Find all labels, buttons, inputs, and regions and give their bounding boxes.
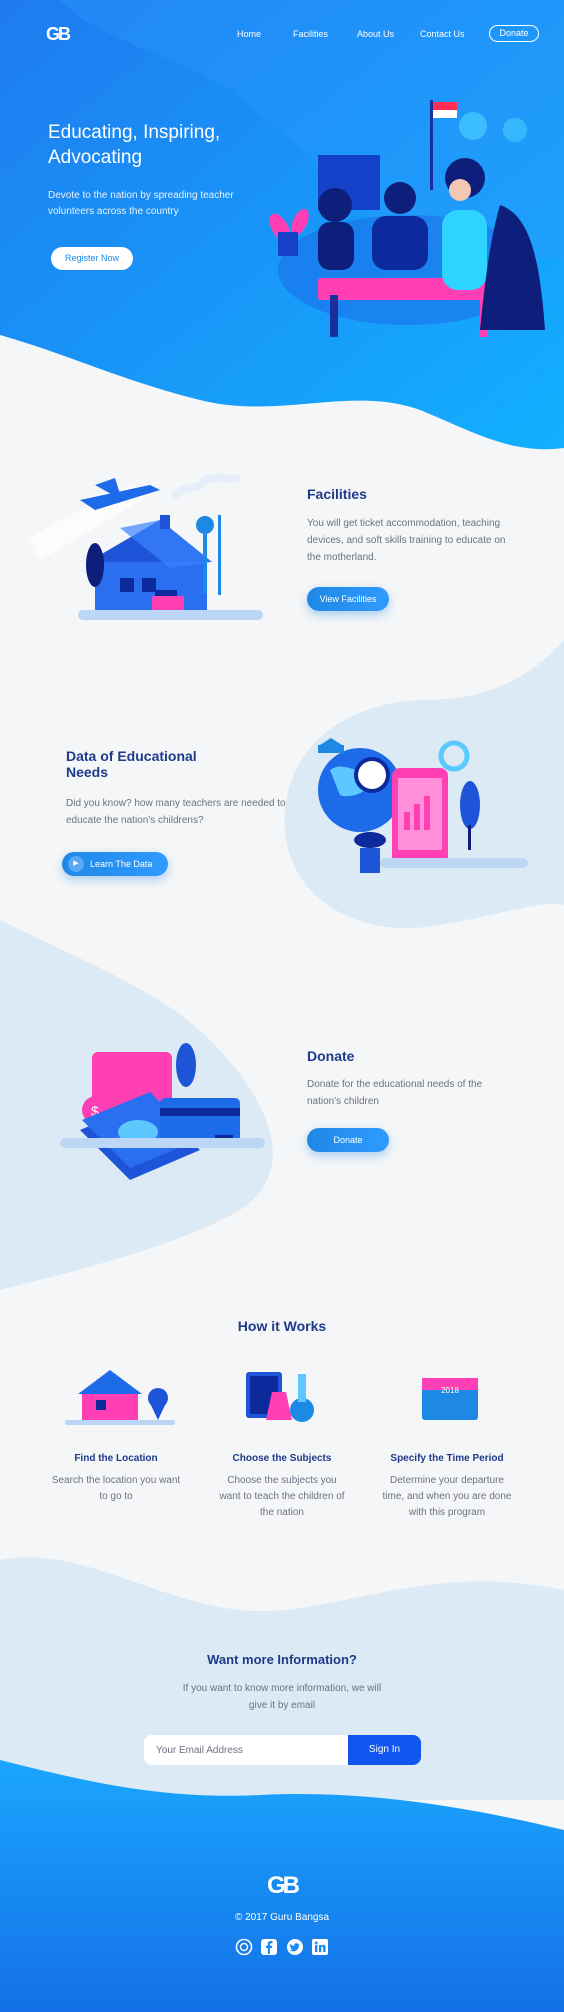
dribbble-icon[interactable] — [235, 1938, 253, 1956]
twitter-icon[interactable] — [286, 1938, 304, 1956]
donate-title: Donate — [307, 1048, 355, 1064]
hero-subtitle: Devote to the nation by spreading teache… — [48, 190, 234, 217]
step-time-text: Determine your departure time, and when … — [382, 1475, 512, 1518]
nav-contact-link[interactable]: Contact Us — [420, 29, 465, 39]
play-icon: ▶ — [68, 856, 84, 872]
step-subjects-title: Choose the Subjects — [232, 1453, 332, 1464]
facilities-title: Facilities — [307, 486, 367, 502]
hero-title-line2: Advocating — [48, 147, 143, 168]
email-input[interactable] — [144, 1735, 349, 1765]
hero-title-line1: Educating, Inspiring, — [48, 122, 221, 143]
data-title: Data of Educational Needs — [66, 748, 256, 780]
calendar-year: 2018 — [441, 1386, 459, 1395]
step-subjects-text: Choose the subjects you want to teach th… — [219, 1475, 345, 1518]
data-text: Did you know? how many teachers are need… — [66, 798, 286, 826]
step-time-title: Specify the Time Period — [390, 1453, 504, 1464]
location-illustration — [65, 1370, 175, 1425]
how-it-works-title: How it Works — [237, 1318, 327, 1334]
nav-facilities-link[interactable]: Facilities — [293, 29, 328, 39]
nav-about-link[interactable]: About Us — [357, 29, 394, 39]
info-text: If you want to know more information, we… — [182, 1683, 382, 1711]
data-title-line2: Needs — [66, 764, 109, 780]
subjects-illustration — [246, 1372, 314, 1422]
facilities-text: You will get ticket accommodation, teach… — [307, 518, 506, 563]
nav-home-link[interactable]: Home — [237, 29, 261, 39]
copyright-text: © 2017 Guru Bangsa — [234, 1912, 330, 1923]
facebook-icon[interactable] — [260, 1938, 278, 1956]
data-title-line1: Data of Educational — [66, 748, 197, 764]
top-navigation: GB Home Facilities About Us Contact Us D… — [0, 0, 564, 70]
brand-logo[interactable]: GB — [46, 24, 71, 45]
learn-the-data-button[interactable]: ▶ Learn The Data — [62, 852, 168, 876]
step-location-title: Find the Location — [74, 1453, 158, 1464]
footer-logo[interactable]: GB — [0, 1872, 564, 1900]
donate-button[interactable]: Donate — [307, 1128, 389, 1152]
linkedin-icon[interactable] — [311, 1938, 329, 1956]
step-location-text: Search the location you want to go to — [51, 1475, 181, 1502]
register-now-button[interactable]: Register Now — [51, 247, 133, 270]
donate-text: Donate for the educational needs of the … — [307, 1079, 483, 1107]
view-facilities-button[interactable]: View Facilities — [307, 587, 389, 611]
learn-the-data-label: Learn The Data — [90, 859, 153, 869]
info-title: Want more Information? — [207, 1652, 357, 1667]
calendar-icon: 2018 — [428, 1386, 472, 1416]
facilities-illustration — [28, 473, 263, 620]
hero-title: Educating, Inspiring, Advocating — [48, 120, 258, 170]
landing-page: $ GB Home Facilities About Us Contact Us… — [0, 0, 564, 2012]
sign-in-button[interactable]: Sign In — [348, 1735, 421, 1765]
nav-donate-button[interactable]: Donate — [489, 25, 539, 42]
